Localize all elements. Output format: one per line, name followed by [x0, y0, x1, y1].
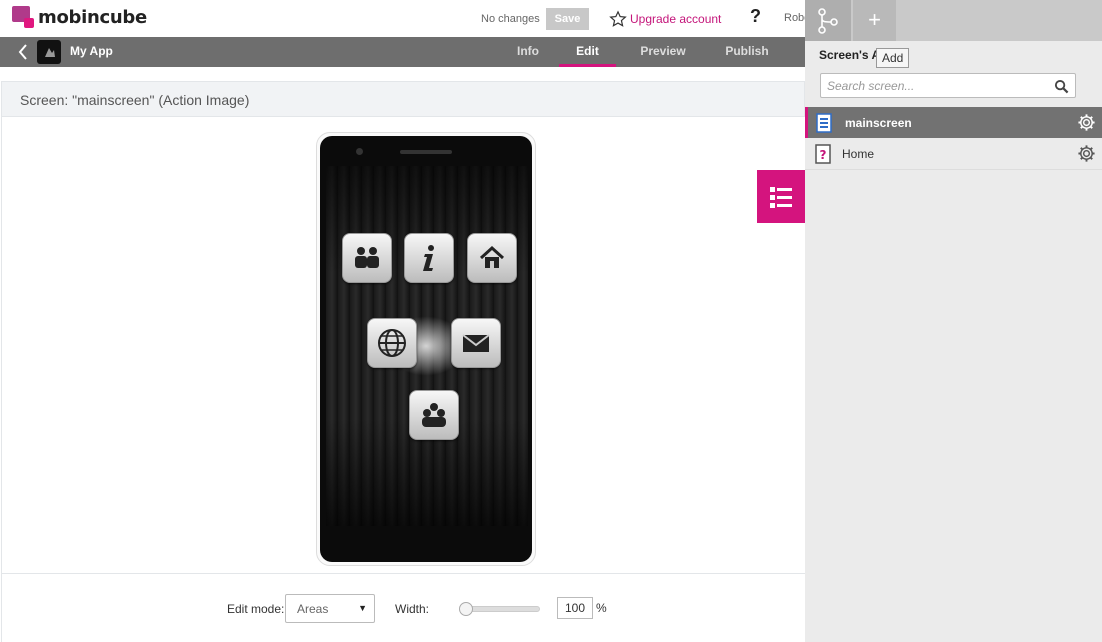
tab-preview[interactable]: Preview	[632, 37, 694, 67]
add-screen-button[interactable]: +	[853, 0, 896, 41]
width-slider[interactable]	[459, 602, 540, 616]
screen-name: mainscreen	[845, 116, 912, 130]
phone-preview	[316, 132, 536, 566]
group-button[interactable]	[409, 390, 459, 440]
screen-name: Home	[842, 147, 875, 161]
chevron-down-icon: ▼	[358, 603, 367, 613]
search-icon[interactable]	[1054, 79, 1069, 94]
tab-publish[interactable]: Publish	[717, 37, 777, 67]
home-button[interactable]	[467, 233, 517, 283]
svg-text:?: ?	[820, 148, 827, 162]
star-icon	[609, 10, 627, 27]
camera-icon	[356, 148, 363, 155]
mobincube-logo[interactable]: mobincube	[12, 6, 147, 28]
top-bar: mobincube No changes Save Upgrade accoun…	[0, 0, 805, 37]
screen-header: Screen: "mainscreen" (Action Image)	[1, 81, 805, 117]
globe-icon	[378, 329, 406, 357]
gear-icon[interactable]	[1077, 144, 1096, 163]
web-button[interactable]	[367, 318, 417, 368]
screen-list-toggle-button[interactable]	[757, 170, 805, 223]
speaker-grille	[400, 150, 452, 154]
panel-title: Screen's Ap	[819, 48, 877, 62]
screen-title: Screen: "mainscreen" (Action Image)	[20, 92, 250, 108]
upgrade-account-link[interactable]: Upgrade account	[609, 10, 721, 28]
screen-page-icon	[816, 113, 832, 133]
logo-mark-icon	[12, 6, 34, 28]
mail-icon	[462, 334, 490, 352]
home-icon	[479, 245, 505, 268]
tab-edit[interactable]: Edit	[559, 37, 616, 67]
screen-row-home[interactable]: ? Home	[805, 138, 1102, 169]
group-icon	[422, 403, 446, 427]
divider	[805, 169, 1102, 170]
panel-toolbar: +	[805, 0, 1102, 41]
app-icon	[37, 40, 61, 64]
app-name: My App	[70, 44, 113, 58]
save-status: No changes	[481, 13, 540, 25]
user-menu[interactable]: Robe	[784, 12, 805, 24]
back-arrow-icon[interactable]	[16, 42, 30, 62]
edit-mode-value: Areas	[297, 602, 329, 616]
unknown-screen-icon: ?	[815, 144, 831, 164]
people-button[interactable]	[342, 233, 392, 283]
logo-text: mobincube	[38, 6, 147, 28]
info-button[interactable]	[404, 233, 454, 283]
save-button[interactable]: Save	[546, 8, 589, 30]
help-button[interactable]: ?	[750, 6, 761, 27]
gear-icon[interactable]	[1077, 113, 1096, 132]
screen-search-input[interactable]	[821, 74, 1041, 97]
editor-canvas	[1, 117, 805, 573]
edit-mode-label: Edit mode:	[227, 602, 285, 616]
screen-search-box	[820, 73, 1076, 98]
screen-row-mainscreen[interactable]: mainscreen	[805, 107, 1102, 138]
info-icon	[423, 245, 434, 271]
width-input[interactable]: 100	[557, 597, 593, 619]
tree-view-button[interactable]	[805, 0, 851, 41]
width-label: Width:	[395, 602, 430, 616]
edit-mode-select[interactable]: Areas ▼	[285, 594, 375, 623]
list-icon	[770, 186, 792, 208]
tab-info[interactable]: Info	[508, 37, 548, 67]
tree-icon	[818, 7, 838, 34]
upgrade-label: Upgrade account	[630, 12, 722, 26]
people-icon	[355, 247, 379, 268]
app-nav-bar: My App Info Edit Preview Publish	[0, 37, 805, 67]
screens-panel: + Screen's Ap Add mainscreen ? Home	[805, 0, 1102, 642]
width-unit: %	[596, 601, 607, 615]
width-slider-handle[interactable]	[459, 602, 473, 616]
mail-button[interactable]	[451, 318, 501, 368]
add-tooltip: Add	[876, 48, 910, 68]
editor-controls: Edit mode: Areas ▼ Width: 100 %	[1, 573, 805, 642]
